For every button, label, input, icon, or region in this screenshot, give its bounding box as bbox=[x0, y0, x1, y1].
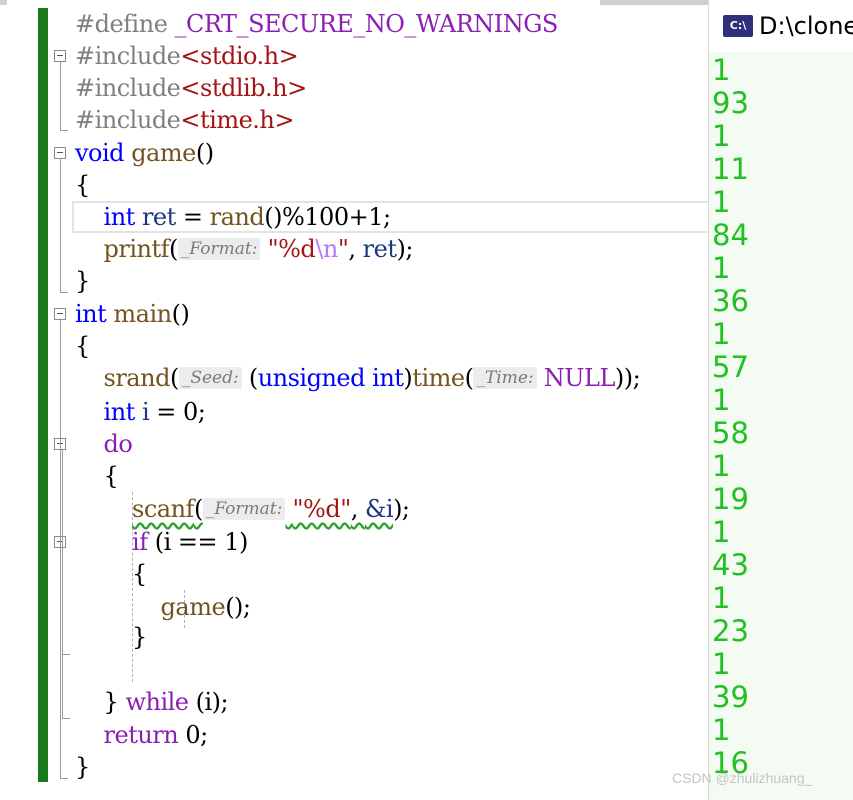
collapse-icon[interactable] bbox=[54, 147, 66, 159]
console-output-line: 84 bbox=[712, 218, 749, 252]
change-tracking-bar bbox=[38, 8, 48, 782]
outline-guide bbox=[60, 62, 61, 130]
code-line-3[interactable]: #include<stdlib.h> bbox=[75, 72, 307, 104]
console-output-line: 1 bbox=[712, 515, 731, 549]
console-output-line: 93 bbox=[712, 86, 749, 120]
console-output-line: 1 bbox=[712, 53, 731, 87]
watermark: CSDN @zhulizhuang_ bbox=[672, 770, 813, 786]
console-output-line: 11 bbox=[712, 152, 749, 186]
code-line-4[interactable]: #include<time.h> bbox=[75, 104, 294, 136]
code-line-10[interactable]: int main() bbox=[75, 298, 190, 330]
console-output-line: 1 bbox=[712, 383, 731, 417]
code-line-16[interactable]: scanf(_Format: "%d", &i); bbox=[75, 493, 410, 525]
code-line-22[interactable]: } while (i); bbox=[75, 686, 229, 718]
warning-squiggle[interactable]: scanf(_Format: "%d", &i bbox=[132, 495, 394, 523]
code-line-2[interactable]: #include<stdio.h> bbox=[75, 40, 299, 72]
code-line-8[interactable]: printf(_Format: "%d\n", ret); bbox=[75, 233, 414, 265]
parameter-hint: _Seed: bbox=[178, 367, 242, 389]
code-line-24[interactable]: } bbox=[75, 751, 90, 783]
code-line-19[interactable]: game(); bbox=[75, 591, 251, 623]
code-line-7[interactable]: int ret = rand()%100+1; bbox=[75, 201, 392, 233]
console-output-line: 58 bbox=[712, 416, 749, 450]
console-output-line: 39 bbox=[712, 680, 749, 714]
console-output-line: 23 bbox=[712, 614, 749, 648]
parameter-hint: _Time: bbox=[473, 367, 537, 389]
console-output-line: 1 bbox=[712, 317, 731, 351]
code-line-1[interactable]: #define _CRT_SECURE_NO_WARNINGS bbox=[75, 8, 558, 40]
collapse-icon[interactable] bbox=[54, 308, 66, 320]
console-output-line: 43 bbox=[712, 548, 749, 582]
console-output-line: 1 bbox=[712, 713, 731, 747]
console-output-line: 1 bbox=[712, 185, 731, 219]
code-line-23[interactable]: return 0; bbox=[75, 719, 209, 751]
outline-guide bbox=[60, 320, 61, 778]
code-line-11[interactable]: { bbox=[75, 330, 90, 362]
console-output[interactable]: 1 93 1 11 1 84 1 36 1 57 1 58 1 19 1 43 1 23 1 39 1 16 bbox=[709, 52, 853, 800]
code-line-9[interactable]: } bbox=[75, 265, 90, 297]
console-output-line: 1 bbox=[712, 449, 731, 483]
outline-guide-end bbox=[62, 654, 70, 655]
parameter-hint: _Format: bbox=[202, 498, 286, 520]
console-titlebar[interactable]: C:\ D:\clone bbox=[709, 0, 853, 52]
outline-guide bbox=[62, 548, 63, 654]
code-line-14[interactable]: do bbox=[75, 428, 133, 460]
console-output-line: 36 bbox=[712, 284, 749, 318]
outline-guide-end bbox=[62, 718, 70, 719]
console-output-line: 1 bbox=[712, 119, 731, 153]
console-window[interactable]: C:\ D:\clone 1 93 1 11 1 84 1 36 1 57 1 58 1 19 1 43 1 23… bbox=[708, 0, 853, 800]
console-output-line: 19 bbox=[712, 482, 749, 516]
collapse-icon[interactable] bbox=[54, 50, 66, 62]
parameter-hint: _Format: bbox=[177, 238, 261, 260]
console-output-line: 1 bbox=[712, 251, 731, 285]
console-title: D:\clone bbox=[759, 12, 853, 40]
code-line-12[interactable]: srand(_Seed: (unsigned int)time(_Time: N… bbox=[75, 362, 641, 394]
console-output-line: 57 bbox=[712, 350, 749, 384]
code-line-17[interactable]: if (i == 1) bbox=[75, 526, 248, 558]
code-line-18[interactable]: { bbox=[75, 558, 147, 590]
editor-top-border bbox=[0, 0, 708, 5]
outline-guide-end bbox=[60, 130, 68, 131]
console-icon: C:\ bbox=[723, 15, 753, 37]
outline-guide-end bbox=[60, 292, 68, 293]
console-output-line: 1 bbox=[712, 647, 731, 681]
code-line-15[interactable]: { bbox=[75, 460, 119, 492]
code-line-13[interactable]: int i = 0; bbox=[75, 396, 206, 428]
console-output-line: 1 bbox=[712, 581, 731, 615]
outline-guide bbox=[60, 159, 61, 292]
code-line-5[interactable]: void game() bbox=[75, 137, 214, 169]
outline-guide-end bbox=[60, 778, 68, 779]
code-editor[interactable]: #define _CRT_SECURE_NO_WARNINGS #include… bbox=[0, 0, 708, 800]
code-line-20[interactable]: } bbox=[75, 621, 147, 653]
code-line-6[interactable]: { bbox=[75, 169, 90, 201]
